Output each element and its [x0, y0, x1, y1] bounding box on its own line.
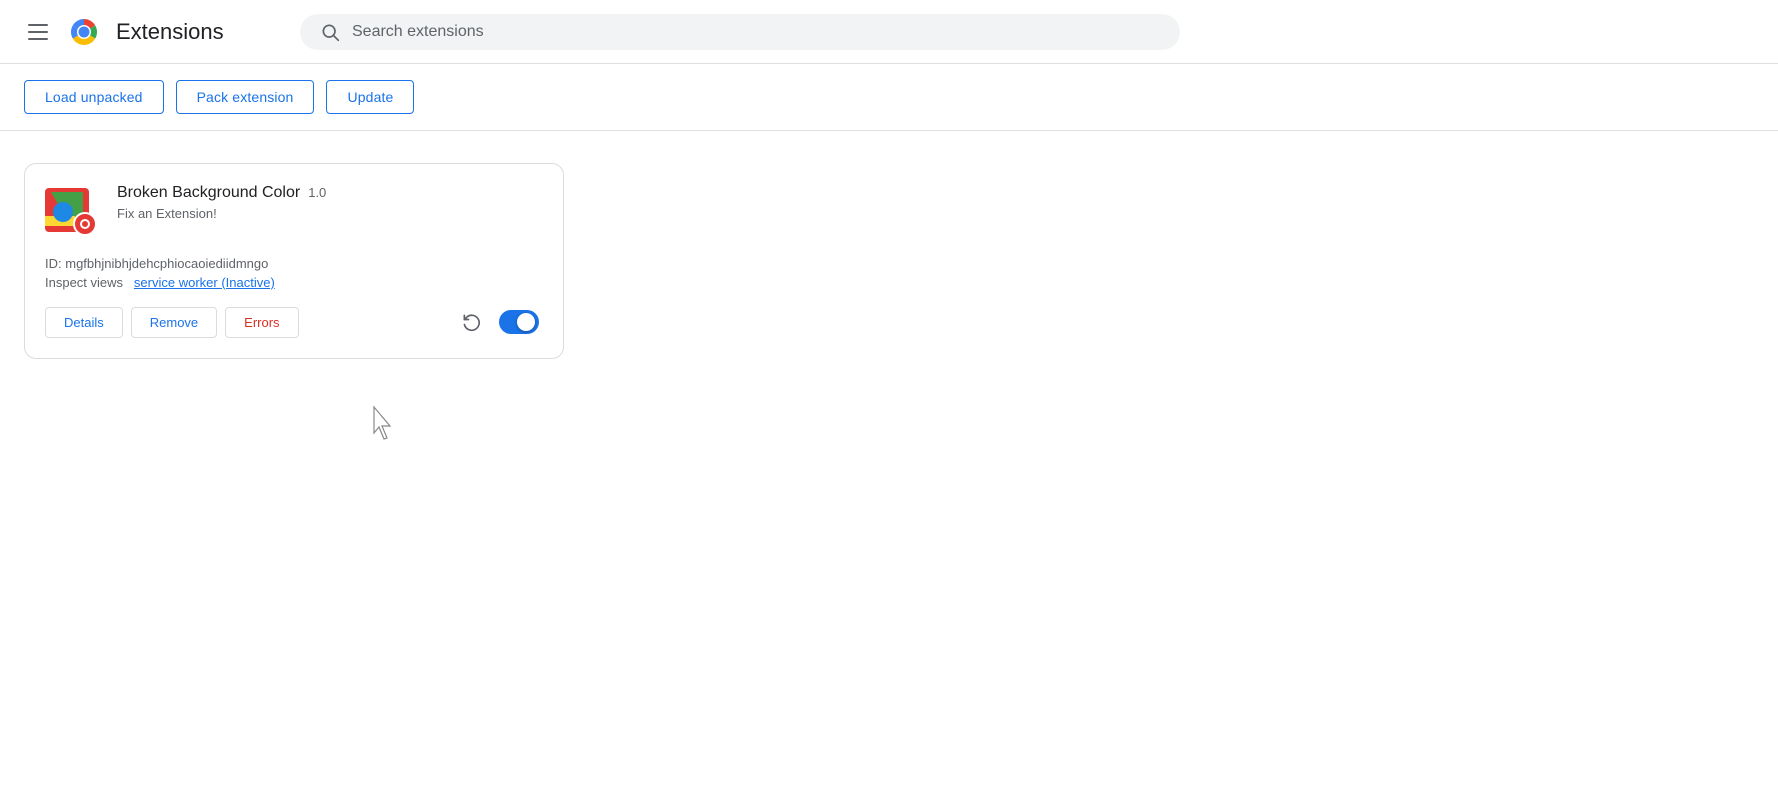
inspect-views-row: Inspect views service worker (Inactive) — [45, 275, 539, 290]
search-bar — [300, 14, 1180, 50]
main-content: Broken Background Color 1.0 Fix an Exten… — [0, 131, 1778, 391]
inspect-label: Inspect views — [45, 275, 123, 290]
remove-button[interactable]: Remove — [131, 307, 217, 338]
page-title: Extensions — [116, 19, 224, 45]
search-bar-wrapper — [300, 14, 1180, 50]
cursor — [370, 405, 398, 441]
load-unpacked-button[interactable]: Load unpacked — [24, 80, 164, 114]
search-icon — [320, 22, 340, 42]
extension-card: Broken Background Color 1.0 Fix an Exten… — [24, 163, 564, 359]
extension-icon — [45, 184, 97, 236]
service-worker-link[interactable]: service worker (Inactive) — [134, 275, 275, 290]
header-left: Extensions — [24, 16, 284, 48]
card-meta: ID: mgfbhjnibhjdehcphiocaoiediidmngo Ins… — [45, 256, 539, 290]
reload-icon — [461, 312, 481, 332]
details-button[interactable]: Details — [45, 307, 123, 338]
pack-extension-button[interactable]: Pack extension — [176, 80, 315, 114]
toolbar: Load unpacked Pack extension Update — [0, 64, 1778, 131]
id-value: mgfbhjnibhjdehcphiocaoiediidmngo — [65, 256, 268, 271]
extension-id: ID: mgfbhjnibhjdehcphiocaoiediidmngo — [45, 256, 539, 271]
extension-description: Fix an Extension! — [117, 206, 539, 221]
id-label: ID: — [45, 256, 62, 271]
extension-name: Broken Background Color — [117, 184, 300, 202]
extension-version: 1.0 — [308, 185, 326, 200]
update-button[interactable]: Update — [326, 80, 414, 114]
card-actions: Details Remove Errors — [45, 306, 539, 338]
toggle-track — [499, 310, 539, 334]
errors-button[interactable]: Errors — [225, 307, 298, 338]
extension-toggle[interactable] — [499, 310, 539, 334]
ext-name-row: Broken Background Color 1.0 — [117, 184, 539, 202]
reload-button[interactable] — [455, 306, 487, 338]
search-input[interactable] — [352, 23, 1160, 41]
card-info: Broken Background Color 1.0 Fix an Exten… — [117, 184, 539, 221]
menu-icon[interactable] — [24, 20, 52, 44]
card-top: Broken Background Color 1.0 Fix an Exten… — [45, 184, 539, 240]
toggle-thumb — [517, 313, 535, 331]
chrome-logo — [68, 16, 100, 48]
header: Extensions — [0, 0, 1778, 64]
extension-icon-wrapper — [45, 184, 101, 240]
